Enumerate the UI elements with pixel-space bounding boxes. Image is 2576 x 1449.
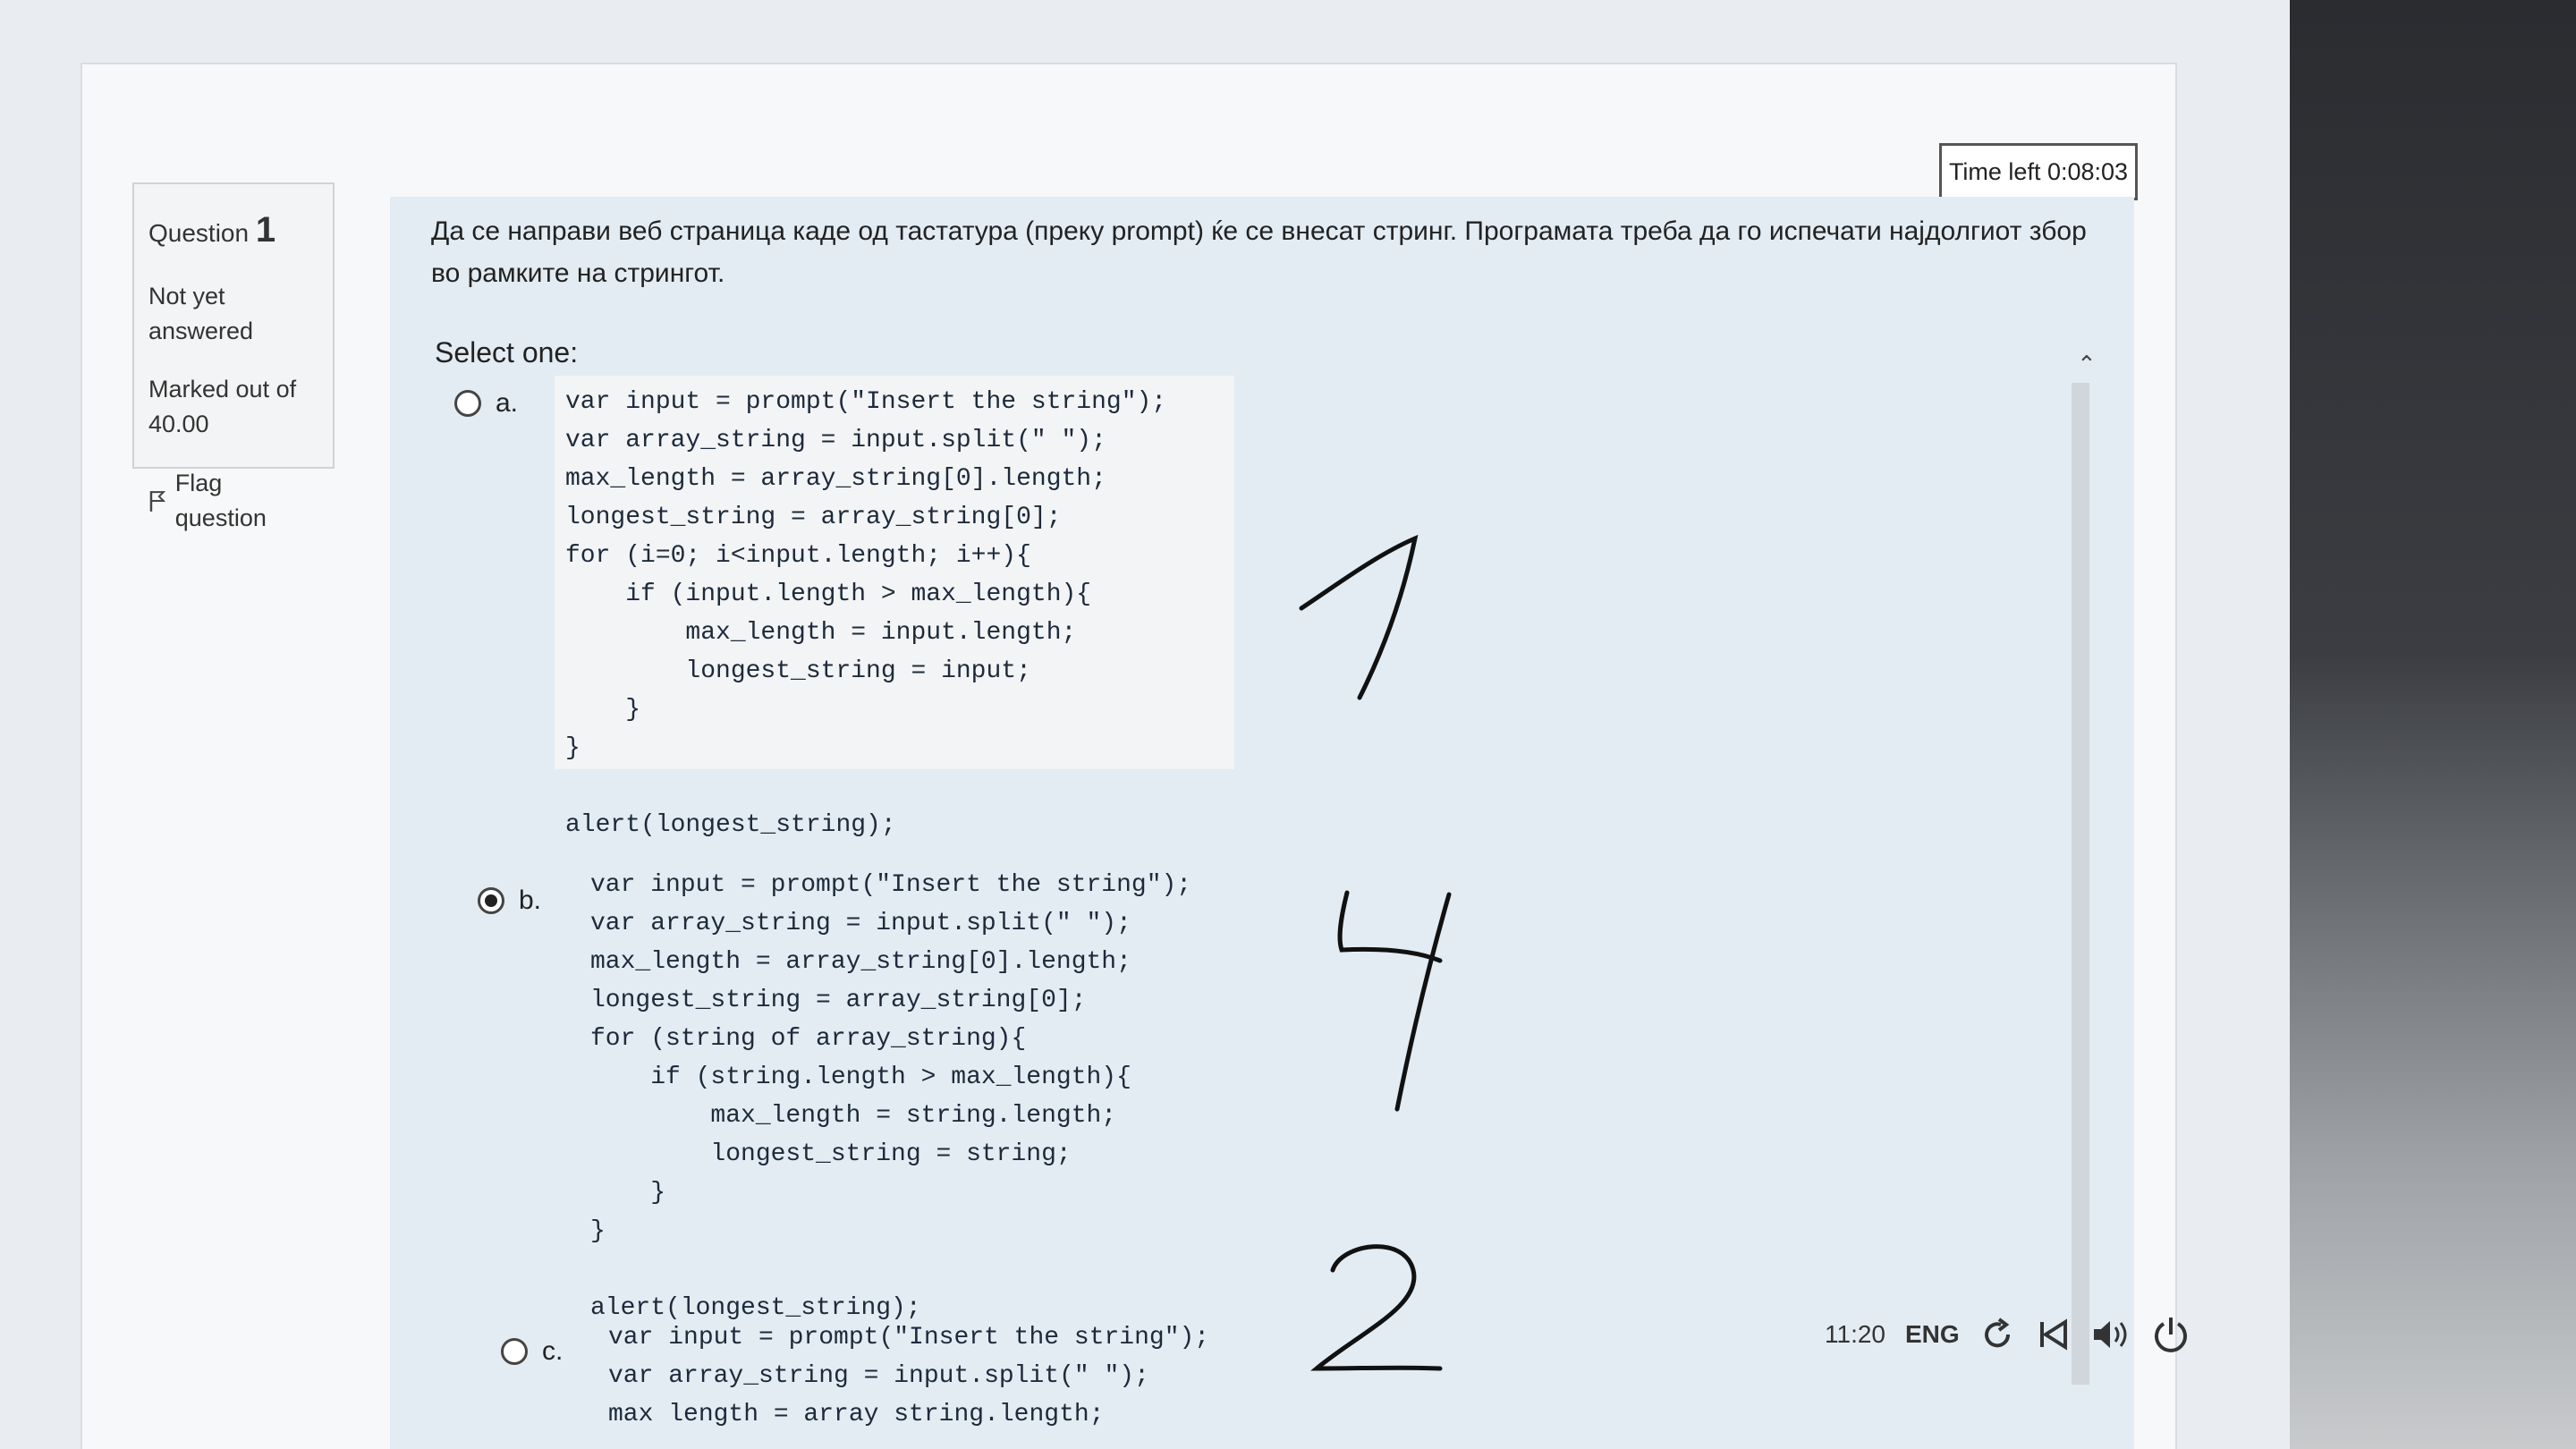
option-c-code: var input = prompt("Insert the string");… xyxy=(608,1324,1210,1428)
flag-question-label: Flag question xyxy=(174,469,267,531)
handwritten-mark-4 xyxy=(1337,890,1452,1112)
tray-clock: 11:20 xyxy=(1825,1320,1885,1348)
time-left-timer: Time left 0:08:03 xyxy=(1939,143,2138,200)
option-a-code: var input = prompt("Insert the string");… xyxy=(565,388,1167,839)
option-c-letter: c. xyxy=(542,1336,564,1366)
question-label: Question xyxy=(148,219,250,247)
skip-back-icon[interactable] xyxy=(2035,1317,2071,1352)
option-a-letter: a. xyxy=(496,388,519,418)
marked-label: Marked out of xyxy=(148,376,297,403)
option-b-radio[interactable] xyxy=(478,887,504,914)
option-c-radio[interactable] xyxy=(501,1338,528,1365)
flag-question-link[interactable]: Flag question xyxy=(148,466,318,536)
option-b[interactable]: b. xyxy=(478,886,541,916)
option-b-code: var input = prompt("Insert the string");… xyxy=(590,871,1192,1322)
question-number-value: 1 xyxy=(255,210,276,250)
question-marks: Marked out of 40.00 xyxy=(148,372,318,442)
option-b-letter: b. xyxy=(519,886,542,915)
question-info-block: Question 1 Not yet answered Marked out o… xyxy=(132,182,335,531)
refresh-icon[interactable] xyxy=(1979,1317,2015,1352)
question-text: Да се направи веб страница каде од таста… xyxy=(431,216,2087,288)
question-number: Question 1 xyxy=(148,204,318,256)
marked-value: 40.00 xyxy=(148,411,209,438)
volume-icon[interactable] xyxy=(2090,1317,2131,1352)
tray-language[interactable]: ENG xyxy=(1905,1320,1960,1349)
option-c[interactable]: c. xyxy=(501,1336,563,1367)
option-a[interactable]: a. xyxy=(454,388,518,419)
desk-background xyxy=(2290,0,2576,1449)
scroll-up-arrow-icon[interactable]: ⌃ xyxy=(2077,351,2097,378)
screen: Question 1 Not yet answered Marked out o… xyxy=(0,0,2290,1449)
power-icon[interactable] xyxy=(2151,1315,2190,1354)
question-status: Not yet answered xyxy=(148,283,254,345)
answer-scrollbar[interactable] xyxy=(2072,383,2089,1385)
handwritten-mark-2 xyxy=(1310,1244,1443,1371)
option-a-radio[interactable] xyxy=(454,390,481,417)
handwritten-mark-1 xyxy=(1299,534,1419,700)
select-one-label: Select one: xyxy=(435,336,579,369)
system-tray: 11:20 ENG xyxy=(1825,1315,2190,1354)
flag-icon xyxy=(149,490,166,512)
